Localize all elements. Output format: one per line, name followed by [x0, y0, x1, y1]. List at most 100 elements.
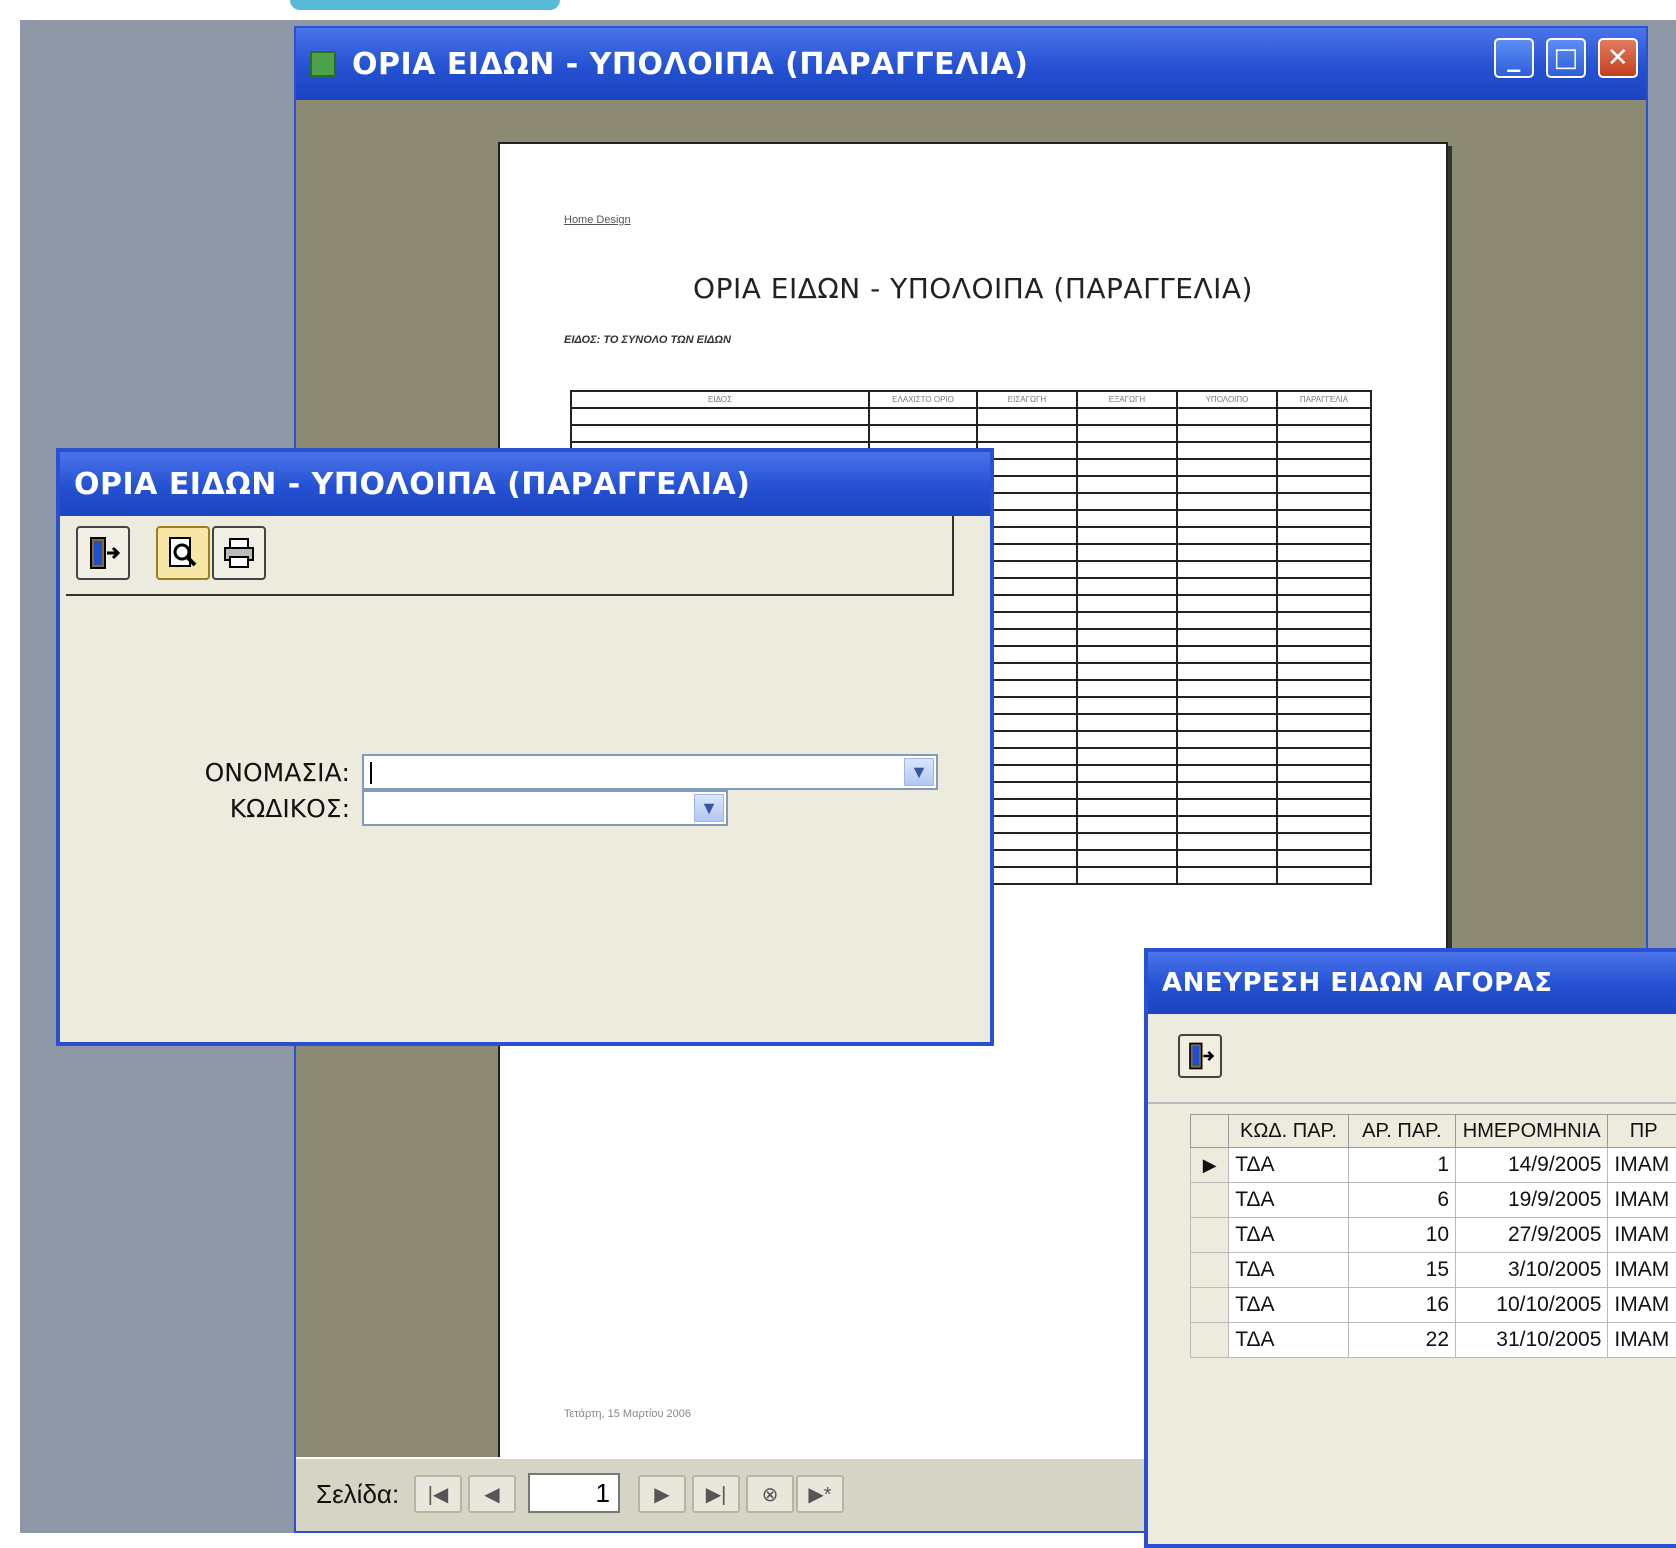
report-cell: [1077, 629, 1177, 646]
report-cell: [1177, 544, 1277, 561]
chevron-down-icon[interactable]: ▼: [904, 758, 934, 786]
supplier-cell[interactable]: ΙΜΑΜ: [1608, 1183, 1676, 1218]
grid-col-header[interactable]: ΑΡ. ΠΑΡ.: [1348, 1115, 1455, 1148]
order-code-cell[interactable]: ΤΔΑ: [1229, 1288, 1348, 1323]
report-cell: [1077, 782, 1177, 799]
report-cell: [1177, 714, 1277, 731]
order-number-cell[interactable]: 16: [1348, 1288, 1455, 1323]
report-cell: [1177, 833, 1277, 850]
report-cell: [1277, 510, 1371, 527]
report-cell: [1277, 612, 1371, 629]
order-date-cell[interactable]: 19/9/2005: [1456, 1183, 1608, 1218]
supplier-cell[interactable]: ΙΜΑΜ: [1608, 1323, 1676, 1358]
report-cell: [1277, 646, 1371, 663]
report-cell: [1177, 850, 1277, 867]
order-date-cell[interactable]: 3/10/2005: [1456, 1253, 1608, 1288]
stop-button[interactable]: ⊗: [746, 1475, 794, 1513]
exit-door-icon[interactable]: [1178, 1034, 1222, 1078]
report-cell: [1277, 765, 1371, 782]
table-row[interactable]: ΤΔΑ153/10/2005ΙΜΑΜ: [1191, 1253, 1676, 1288]
supplier-cell[interactable]: ΙΜΑΜ: [1608, 1148, 1676, 1183]
order-code-cell[interactable]: ΤΔΑ: [1229, 1253, 1348, 1288]
last-page-button[interactable]: ▶|: [692, 1475, 740, 1513]
row-selector[interactable]: [1191, 1323, 1229, 1358]
order-date-cell[interactable]: 10/10/2005: [1456, 1288, 1608, 1323]
report-cell: [1277, 595, 1371, 612]
minimize-button[interactable]: _: [1494, 38, 1534, 78]
report-cell: [1277, 833, 1371, 850]
table-row[interactable]: ▶ΤΔΑ114/9/2005ΙΜΑΜ: [1191, 1148, 1676, 1183]
text-caret: [370, 762, 372, 784]
filter-titlebar[interactable]: ΟΡΙΑ ΕΙΔΩΝ - ΥΠΟΛΟΙΠΑ (ΠΑΡΑΓΓΕΛΙΑ): [60, 452, 990, 516]
name-combo[interactable]: ▼: [362, 754, 938, 790]
exit-door-icon[interactable]: [76, 526, 130, 580]
report-cell: [1077, 510, 1177, 527]
report-cell: [1277, 544, 1371, 561]
door-icon: [85, 535, 121, 571]
door-icon: [1185, 1041, 1215, 1071]
report-cell: [1177, 629, 1277, 646]
grid-col-header[interactable]: ΚΩΔ. ΠΑΡ.: [1229, 1115, 1348, 1148]
report-cell: [1177, 782, 1277, 799]
report-cell: [1277, 731, 1371, 748]
code-combo[interactable]: ▼: [362, 790, 728, 826]
order-number-cell[interactable]: 10: [1348, 1218, 1455, 1253]
table-row[interactable]: ΤΔΑ1027/9/2005ΙΜΑΜ: [1191, 1218, 1676, 1253]
grid-col-header[interactable]: ΗΜΕΡΟΜΗΝΙΑ: [1456, 1115, 1608, 1148]
filter-dialog: ΟΡΙΑ ΕΙΔΩΝ - ΥΠΟΛΟΙΠΑ (ΠΑΡΑΓΓΕΛΙΑ) Ο: [56, 448, 994, 1046]
report-cell: [1177, 867, 1277, 884]
table-row[interactable]: ΤΔΑ1610/10/2005ΙΜΑΜ: [1191, 1288, 1676, 1323]
first-page-button[interactable]: |◀: [414, 1475, 462, 1513]
row-selector[interactable]: [1191, 1183, 1229, 1218]
row-selector[interactable]: ▶: [1191, 1148, 1229, 1183]
row-selector[interactable]: [1191, 1288, 1229, 1323]
maximize-button[interactable]: □: [1546, 38, 1586, 78]
page-number-input[interactable]: 1: [528, 1473, 620, 1513]
report-cell: [1177, 425, 1277, 442]
order-number-cell[interactable]: 1: [1348, 1148, 1455, 1183]
purchases-grid: ΚΩΔ. ΠΑΡ. ΑΡ. ΠΑΡ. ΗΜΕΡΟΜΗΝΙΑ ΠΡ ▶ΤΔΑ114…: [1190, 1114, 1676, 1358]
row-selector[interactable]: [1191, 1218, 1229, 1253]
report-cell: [1077, 425, 1177, 442]
printer-icon[interactable]: [212, 526, 266, 580]
name-label: ΟΝΟΜΑΣΙΑ:: [140, 758, 350, 787]
print-preview-icon[interactable]: [156, 526, 210, 580]
chevron-down-icon[interactable]: ▼: [694, 794, 724, 822]
report-cell: [1277, 714, 1371, 731]
report-cell: [977, 425, 1077, 442]
close-button[interactable]: ✕: [1598, 38, 1638, 78]
table-row[interactable]: ΤΔΑ619/9/2005ΙΜΑΜ: [1191, 1183, 1676, 1218]
order-number-cell[interactable]: 15: [1348, 1253, 1455, 1288]
report-cell: [1077, 697, 1177, 714]
table-row[interactable]: ΤΔΑ2231/10/2005ΙΜΑΜ: [1191, 1323, 1676, 1358]
grid-col-header[interactable]: ΠΡ: [1608, 1115, 1676, 1148]
report-cell: [1277, 629, 1371, 646]
prev-page-button[interactable]: ◀: [468, 1475, 516, 1513]
report-cell: [1177, 646, 1277, 663]
report-cell: [1277, 850, 1371, 867]
next-page-button[interactable]: ▶: [638, 1475, 686, 1513]
order-number-cell[interactable]: 6: [1348, 1183, 1455, 1218]
order-code-cell[interactable]: ΤΔΑ: [1229, 1323, 1348, 1358]
report-cell: [1077, 476, 1177, 493]
purchases-titlebar[interactable]: ΑΝΕΥΡΕΣΗ ΕΙΔΩΝ ΑΓΟΡΑΣ: [1148, 952, 1676, 1014]
report-cell: [1177, 663, 1277, 680]
report-subtitle: ΕΙΔΟΣ: ΤΟ ΣΥΝΟΛΟ ΤΩΝ ΕΙΔΩΝ: [564, 334, 731, 346]
order-date-cell[interactable]: 31/10/2005: [1456, 1323, 1608, 1358]
supplier-cell[interactable]: ΙΜΑΜ: [1608, 1218, 1676, 1253]
order-code-cell[interactable]: ΤΔΑ: [1229, 1218, 1348, 1253]
row-selector[interactable]: [1191, 1253, 1229, 1288]
report-cell: [1177, 765, 1277, 782]
new-record-button[interactable]: ▶*: [796, 1475, 844, 1513]
report-cell: [1277, 578, 1371, 595]
order-number-cell[interactable]: 22: [1348, 1323, 1455, 1358]
preview-titlebar[interactable]: ΟΡΙΑ ΕΙΔΩΝ - ΥΠΟΛΟΙΠΑ (ΠΑΡΑΓΓΕΛΙΑ) _ □ ✕: [296, 28, 1646, 100]
order-date-cell[interactable]: 27/9/2005: [1456, 1218, 1608, 1253]
supplier-cell[interactable]: ΙΜΑΜ: [1608, 1253, 1676, 1288]
supplier-cell[interactable]: ΙΜΑΜ: [1608, 1288, 1676, 1323]
order-date-cell[interactable]: 14/9/2005: [1456, 1148, 1608, 1183]
app-icon: [310, 51, 336, 77]
order-code-cell[interactable]: ΤΔΑ: [1229, 1148, 1348, 1183]
report-cell: [1077, 663, 1177, 680]
order-code-cell[interactable]: ΤΔΑ: [1229, 1183, 1348, 1218]
